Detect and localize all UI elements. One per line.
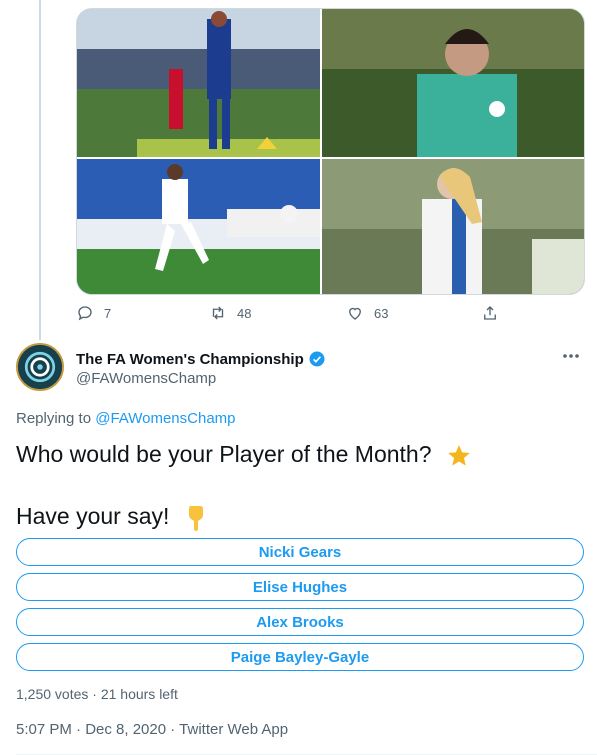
author-name-row[interactable]: The FA Women's Championship: [76, 350, 326, 368]
poll-option[interactable]: Nicki Gears: [16, 538, 584, 566]
poll-option[interactable]: Paige Bayley-Gayle: [16, 643, 584, 671]
replying-prefix: Replying to: [16, 410, 92, 427]
poll-option[interactable]: Alex Brooks: [16, 608, 584, 636]
retweet-button[interactable]: 48: [209, 304, 251, 322]
avatar[interactable]: [16, 343, 64, 391]
retweet-count: 48: [237, 305, 252, 321]
author-name: The FA Women's Championship: [76, 350, 304, 368]
tweet-text-1: Who would be your Player of the Month?: [16, 441, 432, 467]
share-button[interactable]: [481, 304, 509, 322]
like-button[interactable]: 63: [346, 304, 388, 322]
media-photo-1[interactable]: [77, 9, 320, 157]
retweet-icon: [212, 306, 224, 320]
tweet-text-line1: Who would be your Player of the Month?: [16, 440, 576, 469]
more-options-icon[interactable]: [561, 350, 581, 362]
author-handle[interactable]: @FAWomensChamp: [76, 370, 216, 387]
replying-to: Replying to @FAWomensChamp: [16, 410, 236, 427]
timestamp-link[interactable]: 5:07 PM · Dec 8, 2020: [16, 721, 166, 738]
reply-icon: [78, 306, 92, 321]
fa-womens-championship-logo-icon: [18, 345, 62, 389]
share-icon: [484, 306, 496, 320]
poll-option[interactable]: Elise Hughes: [16, 573, 584, 601]
tweet-text-2: Have your say!: [16, 503, 170, 529]
thread-connector-line: [39, 0, 41, 340]
previous-tweet-actions: 7 48 63: [76, 304, 506, 326]
heart-icon: [349, 307, 361, 320]
media-photo-4[interactable]: [322, 159, 584, 294]
like-count: 63: [374, 305, 389, 321]
poll: Nicki Gears Elise Hughes Alex Brooks Pai…: [16, 538, 584, 678]
media-photo-3[interactable]: [77, 159, 320, 294]
source-link[interactable]: Twitter Web App: [179, 721, 288, 738]
reply-button[interactable]: 7: [76, 304, 111, 322]
media-photo-2[interactable]: [322, 9, 584, 157]
poll-meta: 1,250 votes · 21 hours left: [16, 686, 178, 702]
media-grid: [76, 8, 585, 295]
reply-count: 7: [104, 305, 112, 321]
pointing-down-emoji-icon: [188, 505, 203, 531]
verified-badge-icon: [309, 351, 325, 367]
tweet-text-line2: Have your say!: [16, 502, 208, 532]
replying-handle-link[interactable]: @FAWomensChamp: [95, 410, 235, 427]
star-emoji-icon: [448, 445, 470, 466]
tweet-timestamp-row: 5:07 PM · Dec 8, 2020 · Twitter Web App: [16, 721, 288, 738]
timestamp-separator: ·: [170, 721, 180, 738]
